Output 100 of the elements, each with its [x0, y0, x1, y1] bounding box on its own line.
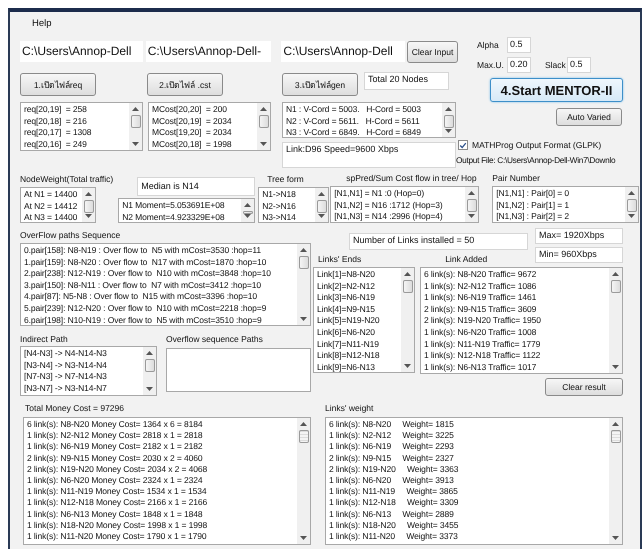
scrollbar[interactable] [465, 187, 478, 222]
list-item[interactable]: 1 link(s): N6-N20 Weight= 3913 [329, 475, 608, 486]
list-item[interactable]: 2 link(s): N19-N20 Money Cost= 2034 x 2 = 4068 [27, 464, 296, 476]
scroll-down-icon[interactable] [612, 365, 619, 369]
list-item[interactable]: [N1,N2] = N16 :1712 (Hop=3) [334, 200, 464, 212]
list-item[interactable]: 1 link(s): N12-N18 Weight= 3309 [329, 497, 608, 509]
list-item[interactable]: MCost[20,19] = 2034 [152, 116, 256, 128]
list-item[interactable]: Link[3]=N6-N19 [317, 292, 400, 304]
scroll-down-icon[interactable] [300, 536, 307, 540]
scroll-up-icon[interactable] [85, 192, 92, 196]
scroll-up-icon[interactable] [628, 191, 636, 195]
list-item[interactable]: [N1,N1] : Pair[0] = 0 [496, 188, 624, 200]
list-item[interactable]: 2 link(s): N9-N15 Money Cost= 2030 x 2 = 4060 [27, 452, 296, 464]
scroll-up-icon[interactable] [300, 422, 307, 426]
list-item[interactable]: MCost[20,20] = 200 [152, 104, 256, 116]
list-item[interactable]: 1 link(s): N6-N19 Money Cost= 2182 x 1 = 2182 [27, 441, 296, 453]
scroll-thumb[interactable] [610, 430, 620, 443]
scroll-thumb[interactable] [298, 256, 308, 269]
scrollbar[interactable] [401, 268, 414, 372]
clear-input-button[interactable]: Clear Input [407, 41, 458, 63]
scrollbar[interactable] [129, 103, 142, 150]
list-item[interactable]: 1 link(s): N12-N18 Traffic= 1122 [424, 350, 608, 362]
scroll-down-icon[interactable] [132, 142, 139, 146]
list-item[interactable]: Link[1]=N8-N20 [317, 269, 400, 281]
scrollbar[interactable] [143, 347, 156, 395]
parameter-field[interactable]: 0.5 [507, 37, 531, 53]
list-item[interactable]: 2 link(s): N19-N20 Traffic= 1950 [424, 315, 608, 327]
list-item[interactable]: N3->N14 [262, 212, 314, 222]
scrollbar[interactable] [297, 244, 310, 325]
list-item[interactable]: MCost[19,20] = 2034 [152, 127, 256, 139]
list-item[interactable]: N2 Moment=4.923329E+08 [122, 212, 240, 222]
list-item[interactable]: 1 link(s): N11-N19 Traffic= 1779 [424, 338, 608, 350]
list-item[interactable]: Link[5]=N19-N20 [317, 315, 400, 327]
scroll-up-icon[interactable] [146, 351, 153, 355]
list-item[interactable]: 1 link(s): N6-N20 Traffic= 1008 [424, 326, 608, 339]
list-item[interactable]: 6 link(s): N8-N20 Traffic= 9672 [424, 269, 608, 281]
path-field[interactable]: C:\Users\Annop-Dell [281, 41, 406, 62]
list-item[interactable]: 1 link(s): N11-N20 Money Cost= 1790 x 1 = 1790 [27, 531, 296, 542]
list-item[interactable]: req[20,17] = 1308 [24, 127, 128, 139]
list-item[interactable]: 1 link(s): N12-N18 Money Cost= 2166 x 1 = 2166 [27, 497, 296, 509]
scrollbar[interactable] [442, 103, 455, 137]
scroll-thumb[interactable] [444, 115, 454, 128]
list-box[interactable]: N1 : V-Cord = 5003. H-Cord = 5003 N2 : V-Cord = 5611. H-Cord = 5611 N3 : V-Cord = 6849. H-Cord = 6849 [282, 102, 456, 138]
list-item[interactable]: 0.pair[158]: N8-N19 : Over flow to N5 with mCost=3530 :hop=11 [24, 245, 296, 257]
list-item[interactable]: N1 Moment=5.053691E+08 [122, 200, 240, 212]
list-item[interactable]: N3 : V-Cord = 6849. H-Cord = 6849 [286, 127, 441, 137]
list-item[interactable]: 1 link(s): N6-N13 Money Cost= 1848 x 1 = 1848 [27, 508, 296, 520]
list-item[interactable]: Link[8]=N12-N18 [317, 350, 400, 362]
scroll-down-icon[interactable] [244, 214, 252, 218]
scroll-thumb[interactable] [144, 359, 154, 372]
scroll-up-icon[interactable] [468, 191, 476, 195]
scroll-up-icon[interactable] [404, 272, 411, 276]
list-item[interactable]: 5.pair[239]: N12-N20 : Over flow to N10 with mCost=2218 :hop=9 [24, 302, 296, 315]
list-box[interactable]: [N1,N1] : Pair[0] = 0 [N1,N2] : Pair[1] = 1 [N1,N3] : Pair[2] = 2 [492, 186, 640, 223]
scrollbar[interactable] [297, 418, 310, 544]
list-item[interactable]: 2.pair[238]: N12-N19 : Over flow to N10 with mCost=3848 :hop=10 [24, 268, 296, 280]
list-item[interactable]: 1 link(s): N6-N19 Weight= 2293 [329, 441, 608, 453]
path-field[interactable]: C:\Users\Annop-Dell [20, 41, 143, 62]
scrollbar[interactable] [315, 188, 328, 222]
list-item[interactable]: [N7-N3] -> N7-N14-N3 [24, 371, 142, 383]
scroll-up-icon[interactable] [612, 272, 619, 276]
list-item[interactable]: N1->N18 [262, 189, 314, 201]
path-field[interactable]: C:\Users\Annop-Dell- [146, 41, 272, 62]
list-item[interactable]: 6 link(s): N8-N20 Money Cost= 1364 x 6 = 8184 [27, 419, 296, 430]
scrollbar[interactable] [625, 187, 638, 222]
scroll-thumb[interactable] [316, 200, 327, 213]
list-box[interactable]: req[20,19] = 258 req[20,18] = 216 req[20,17] = 1308 req[20,16] = 249 [20, 102, 143, 151]
list-item[interactable]: [N1,N2] : Pair[1] = 1 [496, 200, 624, 212]
scroll-thumb[interactable] [626, 199, 637, 212]
list-item[interactable]: N2->N16 [262, 200, 314, 212]
list-item[interactable]: At N2 = 14412 [24, 200, 81, 212]
list-item[interactable]: 1 link(s): N6-N20 Money Cost= 2324 x 1 = 2324 [27, 475, 296, 486]
list-item[interactable]: Link[4]=N9-N15 [317, 304, 400, 316]
list-item[interactable]: 6 link(s): N8-N20 Weight= 1815 [329, 419, 608, 430]
list-box[interactable]: MCost[20,20] = 200 MCost[20,19] = 2034 MCost[19,20] = 2034 MCost[20,18] = 1998 [148, 102, 271, 151]
list-item[interactable]: 4.pair[87]: N5-N8 : Over flow to N15 with mCost=3396 :hop=10 [24, 291, 296, 303]
list-box[interactable] [23, 417, 311, 545]
list-item[interactable]: 1.pair[159]: N8-N20 : Over flow to N17 with mCost=1870 :hop=10 [24, 256, 296, 268]
scroll-thumb[interactable] [610, 280, 620, 293]
list-box[interactable] [420, 267, 623, 374]
scroll-up-icon[interactable] [132, 107, 139, 111]
list-item[interactable]: 2 link(s): N9-N15 Traffic= 3609 [424, 304, 608, 316]
list-item[interactable]: Link[6]=N6-N20 [317, 326, 400, 339]
parameter-field[interactable]: 0.5 [567, 57, 591, 73]
scroll-down-icon[interactable] [612, 536, 619, 540]
scroll-up-icon[interactable] [244, 203, 252, 207]
scroll-thumb[interactable] [258, 115, 268, 128]
list-item[interactable]: At N1 = 14400 [24, 189, 81, 201]
list-item[interactable]: 2 link(s): N19-N20 Weight= 3363 [329, 464, 608, 476]
list-item[interactable]: req[20,16] = 249 [24, 138, 128, 150]
list-box[interactable]: At N1 = 14400 At N2 = 14412 At N3 = 14400 [20, 187, 96, 223]
checkbox[interactable] [458, 140, 468, 150]
list-item[interactable]: 1 link(s): N11-N19 Money Cost= 1534 x 1 = 1534 [27, 486, 296, 498]
list-item[interactable]: MCost[20,18] = 1998 [152, 138, 256, 150]
list-item[interactable]: At N3 = 14400 [24, 212, 81, 222]
scrollbar[interactable] [609, 268, 622, 373]
scrollbar[interactable] [82, 188, 95, 222]
list-box[interactable]: N1->N18 N2->N16 N3->N14 [258, 187, 330, 223]
list-item[interactable]: 1 link(s): N2-N12 Weight= 3225 [329, 430, 608, 442]
list-item[interactable]: 1 link(s): N11-N20 Weight= 3373 [329, 531, 608, 542]
